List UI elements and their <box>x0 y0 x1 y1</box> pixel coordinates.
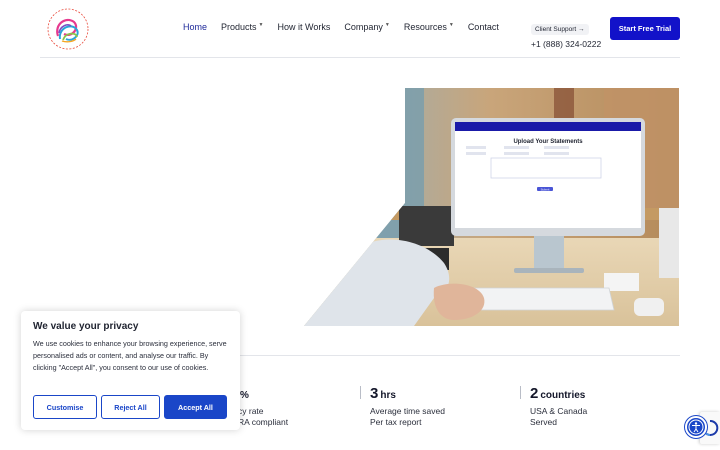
reject-all-button[interactable]: Reject All <box>101 395 160 419</box>
nav-label: Resources <box>403 22 447 32</box>
client-support: Client Support → +1 (888) 324-0222 <box>531 18 601 49</box>
start-free-trial-button[interactable]: Start Free Trial <box>610 17 680 40</box>
nav-label: Company <box>344 22 383 32</box>
nav-item-company[interactable]: Company ▼ <box>344 22 389 32</box>
stat-label: cy rate <box>238 406 264 416</box>
nav-item-resources[interactable]: Resources ▼ <box>404 22 454 32</box>
stat-unit: hrs <box>380 390 396 401</box>
accessibility-person-icon <box>688 419 704 435</box>
hero-image: Upload Your Statements Submit <box>304 88 679 326</box>
chevron-down-icon: ▼ <box>448 22 454 28</box>
support-phone[interactable]: +1 (888) 324-0222 <box>531 39 601 49</box>
nav-item-home[interactable]: Home <box>183 22 207 32</box>
nav-label: Contact <box>467 22 499 32</box>
nav-label: Home <box>183 22 208 32</box>
stat-sublabel: RA compliant <box>238 417 289 427</box>
cookie-text: We use cookies to enhance your browsing … <box>33 339 227 372</box>
cookie-buttons: Customise Reject All Accept All <box>33 395 231 419</box>
main-nav: Home Products ▼ How it Works Company ▼ Res… <box>183 22 513 32</box>
stat-time-saved: 3 hrs Average time saved Per tax report <box>360 385 445 428</box>
chevron-down-icon: ▼ <box>258 22 264 28</box>
arrow-right-icon: → <box>578 26 585 33</box>
accept-all-button[interactable]: Accept All <box>164 395 227 419</box>
stat-number: 2 <box>530 385 539 402</box>
stat-unit: countries <box>540 390 586 401</box>
stat-sublabel: Per tax report <box>370 417 422 427</box>
customise-button[interactable]: Customise <box>33 395 97 419</box>
logo-swirl-icon[interactable] <box>44 6 92 52</box>
nav-item-products[interactable]: Products ▼ <box>221 22 263 32</box>
stat-compliance: % cy rate RA compliant <box>238 385 288 428</box>
client-support-label: Client Support <box>535 26 577 33</box>
stat-label: USA & Canada <box>530 406 588 416</box>
header-divider <box>40 57 680 58</box>
hero-screen-button: Submit <box>541 188 550 192</box>
site-header: Home Products ▼ How it Works Company ▼ Res… <box>0 0 720 58</box>
stat-countries: 2 countries USA & Canada Served <box>520 385 588 428</box>
nav-label: How it Works <box>277 22 331 32</box>
chevron-down-icon: ▼ <box>384 22 390 28</box>
hero-screen-heading: Upload Your Statements <box>513 139 583 145</box>
stat-number: 3 <box>370 385 379 402</box>
nav-item-contact[interactable]: Contact <box>468 22 499 32</box>
stat-divider <box>520 386 521 399</box>
stat-unit: % <box>240 390 249 401</box>
nav-item-how-it-works[interactable]: How it Works <box>278 22 331 32</box>
accessibility-icon[interactable] <box>685 416 707 438</box>
stat-label: Average time saved <box>370 406 445 416</box>
cookie-consent-banner: We value your privacy We use cookies to … <box>21 311 240 430</box>
stat-divider <box>360 386 361 399</box>
client-support-link[interactable]: Client Support → <box>531 24 589 35</box>
stat-sublabel: Served <box>530 417 557 427</box>
cookie-title: We value your privacy <box>33 321 139 332</box>
nav-label: Products <box>221 22 257 32</box>
